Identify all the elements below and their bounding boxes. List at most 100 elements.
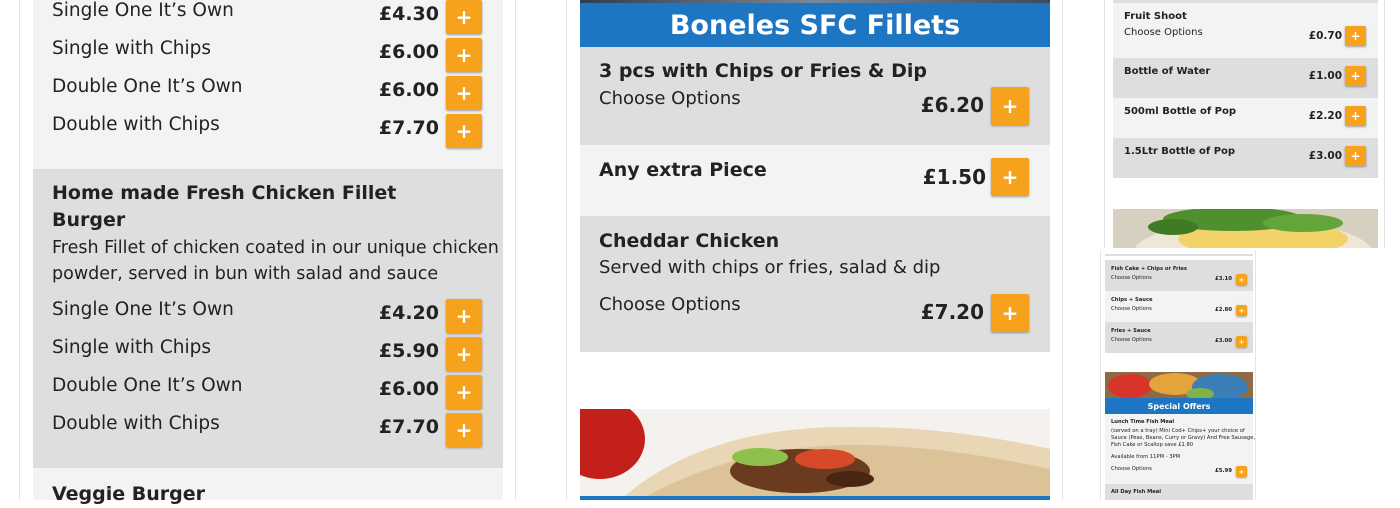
section-title: Special Offers [1105, 398, 1253, 414]
item-description: (served on a tray) Mini Cod+ Chips+ your… [1111, 428, 1245, 434]
menu-item-card: 1.5Ltr Bottle of Pop £3.00 + [1113, 138, 1378, 178]
item-price: £1.00 [1308, 70, 1342, 82]
item-title: 3 pcs with Chips or Fries & Dip [599, 60, 927, 82]
choose-options-link[interactable]: Choose Options [1111, 466, 1152, 472]
menu-row: Single One It’s Own £4.30 + [33, 0, 503, 38]
menu-row-price: £5.90 [378, 340, 439, 362]
choose-options-link[interactable]: Choose Options [599, 294, 741, 315]
menu-row-price: £6.00 [378, 378, 439, 400]
menu-column-drinks: Fruit Shoot Choose Options £0.70 + Bottl… [1104, 0, 1385, 248]
add-to-basket-button[interactable]: + [446, 299, 482, 333]
add-to-basket-button[interactable]: + [446, 76, 482, 110]
add-to-basket-button[interactable]: + [1345, 66, 1366, 86]
add-to-basket-button[interactable]: + [446, 337, 482, 371]
burger-variants-section: Single One It’s Own £4.30 + Single with … [33, 0, 503, 169]
add-to-basket-button[interactable]: + [991, 158, 1029, 196]
menu-row-price: £6.00 [378, 41, 439, 63]
item-price: £3.10 [1214, 276, 1232, 282]
menu-row: Single with Chips £6.00 + [33, 38, 503, 76]
menu-item-card: Any extra Piece £1.50 + [580, 145, 1050, 216]
item-price: £1.50 [922, 165, 986, 189]
item-description: Served with chips or fries, salad & dip [599, 257, 941, 278]
menu-row: Single with Chips £5.90 + [33, 337, 503, 375]
item-description-continued: Fish Cake or Scallop save £1.80 [1111, 442, 1194, 448]
item-title: Veggie Burger [52, 483, 206, 505]
menu-row: Double with Chips £7.70 + [33, 413, 503, 451]
item-title-continued: Burger [52, 209, 126, 231]
section-title: Boneles SFC Fillets [580, 3, 1050, 47]
add-to-basket-button[interactable]: + [1236, 336, 1247, 347]
item-price: £2.20 [1308, 110, 1342, 122]
menu-item-card: Fish Cake + Chips or Fries Choose Option… [1105, 260, 1253, 291]
menu-row: Double with Chips £7.70 + [33, 114, 503, 152]
item-title: Fish Cake + Chips or Fries [1111, 266, 1187, 272]
add-to-basket-button[interactable]: + [1345, 146, 1366, 166]
item-price: £5.99 [1214, 468, 1232, 474]
menu-column-burgers: Single One It’s Own £4.30 + Single with … [19, 0, 516, 505]
add-to-basket-button[interactable]: + [446, 114, 482, 148]
add-to-basket-button[interactable]: + [1345, 26, 1366, 46]
veggie-burger-section: Veggie Burger [33, 468, 503, 505]
card-divider [1105, 254, 1253, 256]
add-to-basket-button[interactable]: + [446, 375, 482, 409]
item-title: Any extra Piece [599, 159, 767, 181]
menu-row-name: Single One It’s Own [52, 0, 234, 21]
menu-row-price: £4.30 [378, 3, 439, 25]
menu-row-price: £6.00 [378, 79, 439, 101]
add-to-basket-button[interactable]: + [1236, 274, 1247, 285]
choose-options-link[interactable]: Choose Options [1124, 27, 1203, 38]
menu-item-card: Fries + Sauce Choose Options £3.00 + [1105, 322, 1253, 353]
salad-illustration [1113, 209, 1378, 248]
menu-row: Double One It’s Own £6.00 + [33, 375, 503, 413]
availability-note: Available from 11PM - 3PM [1111, 454, 1181, 460]
menu-item-card: Bottle of Water £1.00 + [1113, 58, 1378, 98]
choose-options-link[interactable]: Choose Options [1111, 306, 1152, 312]
menu-column-specials: Fish Cake + Chips or Fries Choose Option… [1100, 250, 1256, 500]
choose-options-link[interactable]: Choose Options [599, 88, 741, 109]
item-title: Home made Fresh Chicken Fillet [52, 182, 397, 204]
item-title: Fries + Sauce [1111, 328, 1151, 334]
wrap-food-photo [580, 409, 1050, 500]
menu-row-name: Single One It’s Own [52, 299, 234, 320]
item-description-continued: Sauce (Peas, Beans, Curry or Gravy) And … [1111, 435, 1256, 441]
add-to-basket-button[interactable]: + [1345, 106, 1366, 126]
choose-options-link[interactable]: Choose Options [1111, 337, 1152, 343]
item-title: Fruit Shoot [1124, 11, 1187, 22]
add-to-basket-button[interactable]: + [446, 413, 482, 447]
choose-options-link[interactable]: Choose Options [1111, 275, 1152, 281]
menu-row-name: Single with Chips [52, 38, 212, 59]
menu-row-price: £7.70 [378, 117, 439, 139]
menu-row-price: £4.20 [378, 302, 439, 324]
menu-row-name: Single with Chips [52, 337, 212, 358]
section-title-bar [580, 496, 1050, 500]
item-price: £3.00 [1308, 150, 1342, 162]
menu-item-card: 3 pcs with Chips or Fries & Dip Choose O… [580, 47, 1050, 145]
item-title: Chips + Sauce [1111, 297, 1153, 303]
add-to-basket-button[interactable]: + [446, 0, 482, 34]
item-price: £7.20 [920, 300, 984, 324]
menu-column-fillets: Boneles SFC Fillets 3 pcs with Chips or … [566, 0, 1063, 500]
menu-item-card: Cheddar Chicken Served with chips or fri… [580, 216, 1050, 352]
item-title: Bottle of Water [1124, 66, 1211, 77]
item-description: Fresh Fillet of chicken coated in our un… [52, 238, 499, 258]
menu-item-card: 500ml Bottle of Pop £2.20 + [1113, 98, 1378, 138]
menu-item-card: Fruit Shoot Choose Options £0.70 + [1113, 3, 1378, 58]
menu-item-card: Lunch Time Fish Meal (served on a tray) … [1105, 414, 1256, 484]
item-price: £0.70 [1308, 30, 1342, 42]
menu-row: Single One It’s Own £4.20 + [33, 299, 503, 337]
add-to-basket-button[interactable]: + [991, 87, 1029, 125]
menu-row: Double One It’s Own £6.00 + [33, 76, 503, 114]
menu-row-name: Double with Chips [52, 114, 220, 135]
item-price: £6.20 [920, 93, 984, 117]
item-title: All Day Fish Meal [1111, 489, 1162, 495]
add-to-basket-button[interactable]: + [991, 294, 1029, 332]
add-to-basket-button[interactable]: + [1236, 466, 1247, 477]
add-to-basket-button[interactable]: + [1236, 305, 1247, 316]
food-photo [1113, 209, 1378, 248]
menu-row-price: £7.70 [378, 416, 439, 438]
menu-item-card: Chips + Sauce Choose Options £2.80 + [1105, 291, 1253, 322]
item-title: 500ml Bottle of Pop [1124, 106, 1237, 117]
menu-item-card: All Day Fish Meal [1105, 484, 1253, 500]
item-description-continued: powder, served in bun with salad and sau… [52, 264, 439, 284]
add-to-basket-button[interactable]: + [446, 38, 482, 72]
